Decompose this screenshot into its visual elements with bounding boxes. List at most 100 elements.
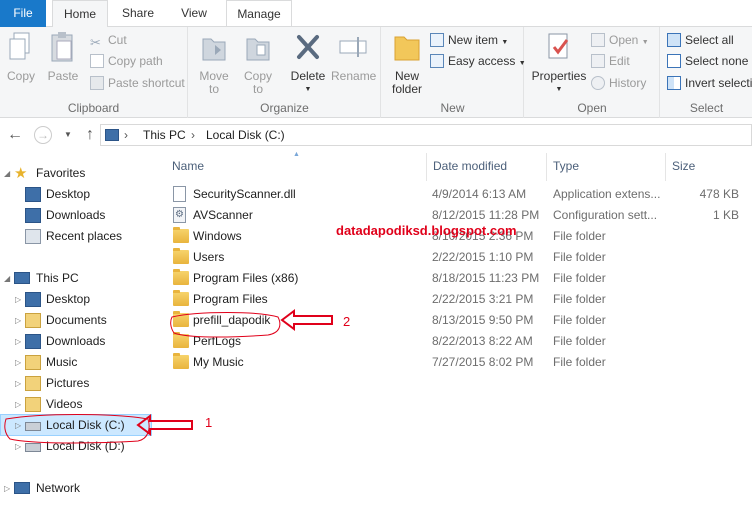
cut-button[interactable]: ✂ Cut <box>90 30 127 50</box>
address-bar[interactable]: › This PC › Local Disk (C:) <box>100 124 752 146</box>
edit-label: Edit <box>609 54 630 68</box>
paste-button[interactable]: Paste <box>46 31 80 83</box>
expand-arrow-icon[interactable]: ▷ <box>4 478 14 499</box>
file-list: Name ▲ Date modified Type Size SecurityS… <box>160 151 752 513</box>
expand-arrow-icon[interactable]: ▷ <box>15 289 25 310</box>
properties-icon <box>548 33 569 59</box>
file-name: AVScanner <box>193 208 253 222</box>
copy-to-button[interactable]: Copy to <box>239 31 277 96</box>
organize-group: Move to Copy to Delete ▼ Rename Organize <box>189 27 381 118</box>
nav-pc-downloads-label: Downloads <box>46 334 106 348</box>
new-folder-label-2: folder <box>391 82 423 96</box>
back-button[interactable]: ← <box>5 125 25 145</box>
column-header-type[interactable]: Type <box>553 159 579 173</box>
open-dropdown-icon: ▼ <box>641 39 649 46</box>
forward-button[interactable]: → <box>33 125 53 145</box>
cut-label: Cut <box>108 33 127 47</box>
navigation-pane: ◢ ★ Favorites Desktop Downloads Recent p… <box>0 151 156 513</box>
tab-view[interactable]: View <box>168 0 220 27</box>
select-all-button[interactable]: Select all <box>667 30 734 50</box>
file-type: File folder <box>553 250 606 264</box>
open-button[interactable]: Open ▼ <box>591 30 649 50</box>
tab-file[interactable]: File <box>0 0 46 27</box>
collapse-arrow-icon[interactable]: ◢ <box>4 268 14 289</box>
rename-button[interactable]: Rename <box>331 31 376 83</box>
pictures-icon <box>25 376 41 391</box>
properties-button[interactable]: Properties ▼ <box>531 31 587 96</box>
watermark-text: datadapodiksd.blogspot.com <box>336 223 517 238</box>
network-icon <box>14 482 30 494</box>
nav-network-label: Network <box>36 481 81 495</box>
file-type: File folder <box>553 292 606 306</box>
open-icon <box>591 33 605 47</box>
column-divider[interactable] <box>426 153 427 181</box>
invert-selection-button[interactable]: Invert selection <box>667 73 752 93</box>
paste-icon <box>51 32 73 62</box>
file-row[interactable]: My Music 7/27/2015 8:02 PM File folder <box>160 352 752 373</box>
nav-pictures-label: Pictures <box>46 376 90 390</box>
downloads-icon <box>25 334 41 349</box>
properties-dropdown-icon[interactable]: ▼ <box>531 83 587 96</box>
up-button[interactable]: ↑ <box>80 125 100 145</box>
file-name: Program Files <box>193 292 268 306</box>
new-item-button[interactable]: New item ▼ <box>430 30 508 50</box>
edit-icon <box>591 54 605 68</box>
paste-shortcut-button[interactable]: Paste shortcut <box>90 73 185 93</box>
address-row: ← → ▼ ↑ › This PC › Local Disk (C:) <box>0 119 752 151</box>
delete-label: Delete <box>290 69 326 83</box>
expand-arrow-icon[interactable]: ▷ <box>15 310 25 331</box>
expand-arrow-icon[interactable]: ▷ <box>15 331 25 352</box>
tab-manage[interactable]: Manage <box>226 0 292 27</box>
breadcrumb-this-pc[interactable]: This PC <box>143 128 186 142</box>
file-type: File folder <box>553 355 606 369</box>
invert-selection-label: Invert selection <box>685 76 752 90</box>
delete-button[interactable]: Delete ▼ <box>287 31 329 96</box>
column-header-name[interactable]: Name <box>172 159 204 173</box>
nav-pc-desktop-label: Desktop <box>46 292 91 306</box>
properties-label: Properties <box>531 69 587 83</box>
copy-path-label: Copy path <box>108 54 163 68</box>
file-date-modified: 8/13/2015 9:50 PM <box>432 313 534 327</box>
copy-path-button[interactable]: Copy path <box>90 51 163 71</box>
tab-share[interactable]: Share <box>112 0 164 27</box>
file-row[interactable]: Program Files (x86) 8/18/2015 11:23 PM Fil… <box>160 268 752 289</box>
delete-dropdown-icon[interactable]: ▼ <box>287 83 329 96</box>
back-arrow-icon: ← <box>7 126 23 143</box>
column-header-size[interactable]: Size <box>672 159 695 173</box>
history-label: History <box>609 76 647 90</box>
column-divider[interactable] <box>665 153 666 181</box>
tab-home[interactable]: Home <box>52 0 108 28</box>
recent-locations-button[interactable]: ▼ <box>58 125 78 145</box>
file-row[interactable]: SecurityScanner.dll 4/9/2014 6:13 AM Appli… <box>160 184 752 205</box>
move-to-button[interactable]: Move to <box>195 31 233 96</box>
select-none-label: Select none <box>685 54 749 68</box>
file-row[interactable]: Users 2/22/2015 1:10 PM File folder <box>160 247 752 268</box>
nav-favorites-label: Favorites <box>36 166 86 180</box>
select-all-icon <box>667 33 681 47</box>
documents-icon <box>25 313 41 328</box>
expand-arrow-icon[interactable]: ▷ <box>15 352 25 373</box>
new-group: New folder New item ▼ Easy access ▼ New <box>382 27 526 118</box>
new-item-label: New item <box>448 33 499 47</box>
new-folder-button[interactable]: New folder <box>386 31 428 96</box>
folder-icon <box>173 227 189 243</box>
nav-documents-label: Documents <box>46 313 107 327</box>
breadcrumb-local-disk[interactable]: Local Disk (C:) <box>206 128 285 142</box>
recent-places-icon <box>25 229 41 244</box>
collapse-arrow-icon[interactable]: ◢ <box>4 163 14 184</box>
annotation-circle <box>170 312 281 338</box>
forward-arrow-icon: → <box>34 126 52 144</box>
select-none-button[interactable]: Select none <box>667 51 748 71</box>
edit-button[interactable]: Edit <box>591 51 630 71</box>
file-row[interactable]: Program Files 2/22/2015 3:21 PM File folde… <box>160 289 752 310</box>
music-icon <box>25 355 41 370</box>
column-divider[interactable] <box>546 153 547 181</box>
history-button[interactable]: History <box>591 73 646 93</box>
file-type: File folder <box>553 313 606 327</box>
file-date-modified: 7/27/2015 8:02 PM <box>432 355 534 369</box>
expand-arrow-icon[interactable]: ▷ <box>15 373 25 394</box>
column-header-date[interactable]: Date modified <box>433 159 507 173</box>
copy-button[interactable]: Copy <box>4 31 38 83</box>
easy-access-button[interactable]: Easy access ▼ <box>430 51 526 71</box>
file-date-modified: 4/9/2014 6:13 AM <box>432 187 527 201</box>
